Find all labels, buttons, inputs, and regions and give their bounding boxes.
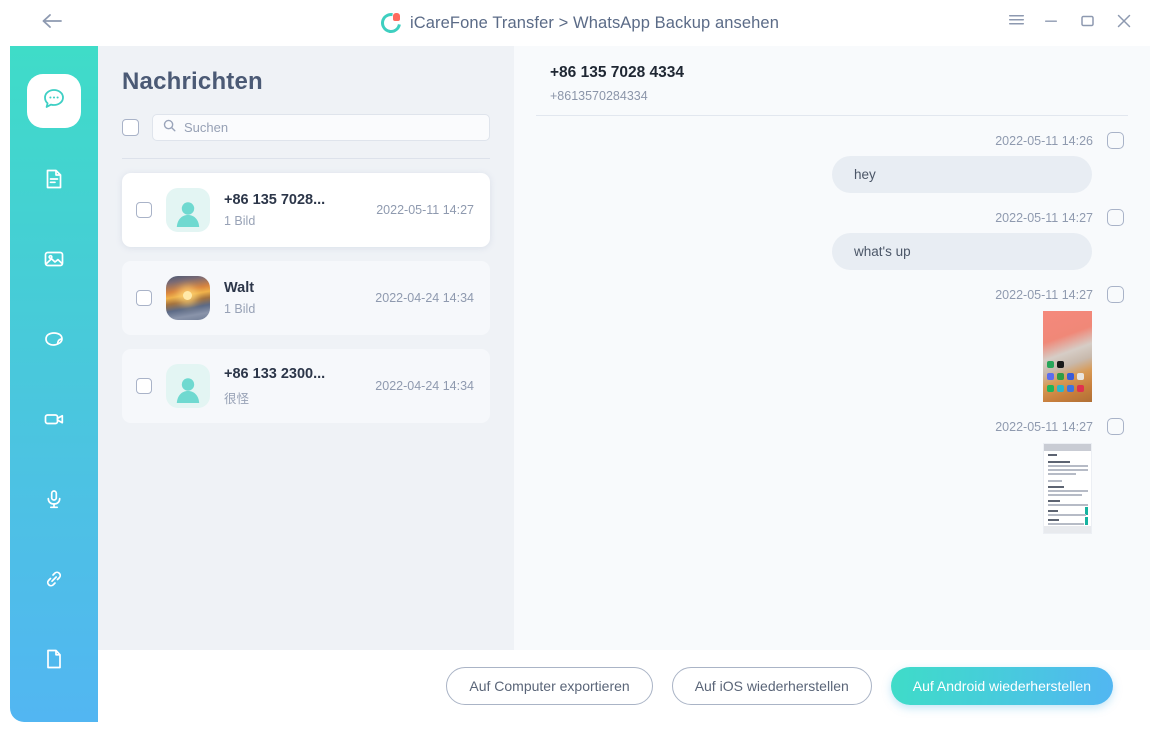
close-button[interactable] [1106, 5, 1142, 41]
chat-bubble-icon [41, 86, 67, 117]
sticker-icon [42, 327, 66, 356]
file-blank-icon [42, 647, 66, 676]
message-meta: 2022-05-11 14:27 [536, 286, 1128, 303]
close-icon [1117, 14, 1131, 33]
conversation-name: Walt [224, 280, 255, 296]
conversation-time: 2022-04-24 14:34 [375, 291, 474, 305]
conversation-checkbox[interactable] [136, 290, 152, 306]
message-meta: 2022-05-11 14:26 [536, 132, 1128, 149]
message-time: 2022-05-11 14:27 [995, 287, 1093, 302]
conversation-time: 2022-05-11 14:27 [376, 203, 474, 217]
message-bubble: hey [832, 156, 1092, 193]
conversation-list: +86 135 7028... 1 Bild 2022-05-11 14:27 … [98, 159, 514, 423]
conversation-time: 2022-04-24 14:34 [375, 379, 474, 393]
sidebar-item-documents[interactable] [27, 154, 81, 208]
search-row: Suchen [98, 96, 514, 141]
sidebar-item-audio[interactable] [27, 474, 81, 528]
message-time: 2022-05-11 14:27 [995, 419, 1093, 434]
message-time: 2022-05-11 14:26 [995, 133, 1093, 148]
sidebar-item-videos[interactable] [27, 394, 81, 448]
message-bubble: what's up [832, 233, 1092, 270]
arrow-left-icon [41, 12, 63, 35]
sidebar-item-photos[interactable] [27, 234, 81, 288]
search-input[interactable]: Suchen [152, 114, 490, 141]
link-chain-icon [42, 567, 66, 596]
restore-to-android-button[interactable]: Auf Android wiederherstellen [890, 667, 1113, 705]
export-to-computer-button[interactable]: Auf Computer exportieren [446, 667, 653, 705]
message-time: 2022-05-11 14:27 [995, 210, 1093, 225]
microphone-icon [42, 487, 66, 516]
maximize-icon [1081, 14, 1095, 32]
conversation-main: +86 133 2300... 很怪 [224, 366, 365, 407]
menu-button[interactable] [998, 5, 1034, 41]
message-checkbox[interactable] [1107, 209, 1124, 226]
sidebar-item-links[interactable] [27, 554, 81, 608]
bubble-row: hey [536, 156, 1128, 193]
conversation-name: +86 133 2300... [224, 365, 326, 382]
image-row [536, 311, 1128, 402]
app-window: iCareFone Transfer > WhatsApp Backup ans… [0, 0, 1160, 730]
message-item: 2022-05-11 14:27 [536, 286, 1128, 402]
sidebar [10, 46, 98, 722]
list-item[interactable]: Walt 1 Bild 2022-04-24 14:34 [122, 261, 490, 335]
title-center: iCareFone Transfer > WhatsApp Backup ans… [0, 0, 1160, 46]
maximize-button[interactable] [1070, 5, 1106, 41]
list-item[interactable]: +86 135 7028... 1 Bild 2022-05-11 14:27 [122, 173, 490, 247]
back-button[interactable] [30, 1, 74, 45]
document-text-icon [42, 167, 66, 196]
document-page-screenshot[interactable] [1043, 443, 1092, 534]
sidebar-item-stickers[interactable] [27, 314, 81, 368]
message-item: 2022-05-11 14:27 what's up [536, 209, 1128, 270]
image-row [536, 443, 1128, 534]
message-checkbox[interactable] [1107, 286, 1124, 303]
restore-to-ios-button[interactable]: Auf iOS wiederherstellen [671, 667, 872, 705]
search-placeholder: Suchen [184, 120, 229, 135]
page-title: Nachrichten [122, 68, 263, 95]
photo-image-icon [42, 247, 66, 276]
chat-header: +86 135 7028 4334 +8613570284334 [536, 46, 1128, 103]
contact-name: +86 135 7028 4334 [550, 64, 685, 81]
window-controls [998, 0, 1142, 46]
bubble-row: what's up [536, 233, 1128, 270]
person-placeholder-icon [173, 199, 203, 232]
chat-divider [536, 115, 1128, 116]
minimize-button[interactable] [1034, 5, 1070, 41]
message-checkbox[interactable] [1107, 418, 1124, 435]
avatar [166, 364, 210, 408]
conversation-preview: 很怪 [224, 391, 250, 406]
avatar [166, 276, 210, 320]
window-title: iCareFone Transfer > WhatsApp Backup ans… [410, 13, 779, 32]
conversation-checkbox[interactable] [136, 202, 152, 218]
list-item[interactable]: +86 133 2300... 很怪 2022-04-24 14:34 [122, 349, 490, 423]
search-icon [163, 119, 176, 137]
message-item: 2022-05-11 14:27 [536, 418, 1128, 534]
conversation-main: +86 135 7028... 1 Bild [224, 192, 366, 228]
video-camera-icon [42, 407, 66, 436]
hamburger-menu-icon [1008, 14, 1024, 32]
conversation-preview: 1 Bild [224, 214, 256, 228]
message-meta: 2022-05-11 14:27 [536, 209, 1128, 226]
message-checkbox[interactable] [1107, 132, 1124, 149]
minimize-icon [1045, 14, 1059, 32]
contact-number: +8613570284334 [550, 89, 648, 103]
chat-panel: +86 135 7028 4334 +8613570284334 2022-05… [514, 46, 1150, 650]
conversation-main: Walt 1 Bild [224, 280, 365, 316]
conversation-name: +86 135 7028... [224, 192, 326, 208]
avatar [166, 188, 210, 232]
conversation-checkbox[interactable] [136, 378, 152, 394]
message-item: 2022-05-11 14:26 hey [536, 132, 1128, 193]
sidebar-item-files[interactable] [27, 634, 81, 688]
conversation-preview: 1 Bild [224, 302, 256, 316]
bottom-action-bar: Auf Computer exportieren Auf iOS wiederh… [98, 650, 1150, 722]
conversation-list-panel: Nachrichten Suchen +86 135 7028... 1 Bil… [98, 46, 514, 650]
message-meta: 2022-05-11 14:27 [536, 418, 1128, 435]
sidebar-item-messages[interactable] [27, 74, 81, 128]
icarefone-logo-icon [377, 9, 405, 37]
phone-home-screen-screenshot[interactable] [1043, 311, 1092, 402]
person-placeholder-icon [173, 375, 203, 408]
title-bar: iCareFone Transfer > WhatsApp Backup ans… [0, 0, 1160, 46]
select-all-checkbox[interactable] [122, 119, 139, 136]
